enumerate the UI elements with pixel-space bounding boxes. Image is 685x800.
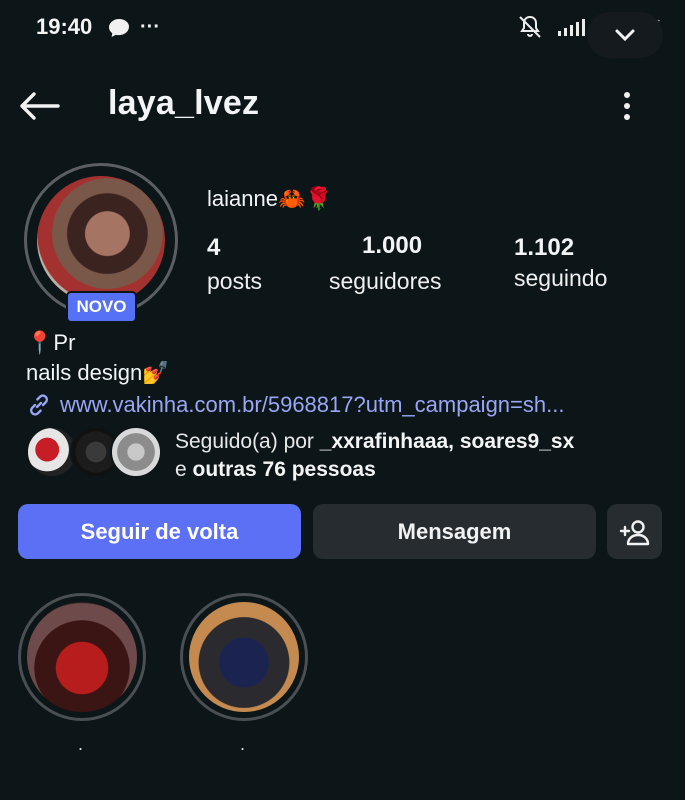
chevron-down-icon: [615, 29, 635, 42]
profile-username-title: laya_lvez: [108, 84, 260, 122]
followers-count[interactable]: 1.000: [362, 232, 422, 260]
followed-by-prefix: Seguido(a) por: [175, 430, 320, 453]
following-label[interactable]: seguindo: [514, 265, 607, 292]
signal-icon: [558, 19, 586, 36]
message-button[interactable]: Mensagem: [313, 504, 596, 559]
link-icon: [30, 394, 48, 416]
posts-count[interactable]: 4: [207, 234, 220, 262]
followed-by-others: outras 76 pessoas: [192, 458, 376, 481]
dot: [624, 92, 630, 98]
highlight-label: .: [240, 734, 246, 754]
chat-notification-icon: [109, 18, 129, 37]
dot: [624, 114, 630, 120]
more-notifications-icon: ···: [140, 16, 160, 38]
collapse-notification-button[interactable]: [587, 12, 663, 58]
story-highlight[interactable]: [180, 593, 308, 721]
highlight-label: .: [78, 734, 84, 754]
mute-icon: [519, 15, 541, 38]
bio-link[interactable]: www.vakinha.com.br/5968817?utm_campaign=…: [26, 392, 564, 418]
highlight-image: [27, 602, 137, 712]
avatar-image: [37, 176, 165, 304]
highlight-image: [189, 602, 299, 712]
mutual-avatar: [110, 426, 162, 478]
dot: [624, 103, 630, 109]
story-highlight[interactable]: [18, 593, 146, 721]
suggested-accounts-button[interactable]: [607, 504, 662, 559]
arrow-left-icon: [20, 92, 60, 120]
bio-line-location: 📍Pr: [26, 330, 76, 355]
followed-by-users: _xxrafinhaaa, soares9_sx: [319, 430, 575, 453]
posts-label[interactable]: posts: [207, 268, 262, 295]
new-badge: NOVO: [66, 291, 137, 323]
followed-by-text[interactable]: Seguido(a) por _xxrafinhaaa, soares9_sx …: [175, 428, 574, 484]
follow-back-button[interactable]: Seguir de volta: [18, 504, 301, 559]
display-name: laianne🦀🌹: [207, 186, 333, 211]
bio-link-text[interactable]: www.vakinha.com.br/5968817?utm_campaign=…: [60, 392, 564, 418]
more-options-button[interactable]: [614, 86, 640, 126]
followers-label[interactable]: seguidores: [329, 268, 442, 295]
followed-by-and: e: [175, 458, 193, 481]
following-count[interactable]: 1.102: [514, 234, 574, 262]
add-person-icon: [619, 519, 649, 545]
status-left-icons: ···: [108, 16, 160, 39]
bio-line-description: nails design💅: [26, 360, 170, 385]
status-time: 19:40: [36, 14, 93, 39]
mutual-followers-avatars[interactable]: [26, 426, 162, 480]
back-button[interactable]: [18, 86, 62, 126]
